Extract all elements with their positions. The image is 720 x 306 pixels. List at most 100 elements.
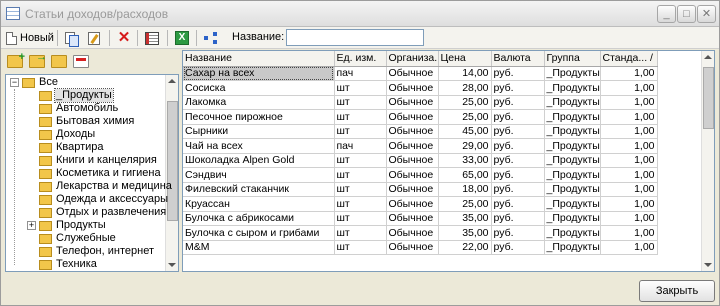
- tree-node[interactable]: Автомобиль: [39, 102, 119, 115]
- table-cell: шт: [334, 153, 387, 168]
- table-cell: 1,00: [600, 211, 658, 226]
- column-header[interactable]: Цена: [438, 51, 492, 67]
- table-cell: Песочное пирожное: [183, 109, 335, 125]
- delete-folder-icon[interactable]: [73, 54, 89, 68]
- tree-node[interactable]: Бытовая химия: [39, 115, 135, 128]
- tree-node-label: Отдых и развлечения: [56, 206, 167, 218]
- grid-scroll-thumb[interactable]: [703, 67, 714, 129]
- table-cell: 1,00: [600, 167, 658, 183]
- delete-icon: ✕: [117, 29, 131, 46]
- tree-node[interactable]: Книги и канцелярия: [39, 154, 158, 167]
- table-row[interactable]: Булочка с абрикосами шт Обычное 35,00 руб. _П…: [183, 211, 658, 226]
- tree-node-root[interactable]: Все: [22, 76, 59, 89]
- table-row[interactable]: Сахар на всех пач Обычное 14,00 руб. _Продукт…: [183, 66, 658, 81]
- tree-view-button[interactable]: [201, 29, 221, 47]
- tree-node[interactable]: Техника: [39, 258, 98, 271]
- table-cell: шт: [334, 196, 387, 212]
- table-cell: 1,00: [600, 240, 658, 255]
- table-row[interactable]: Сосиска шт Обычное 28,00 руб. _Продукты 1,00: [183, 80, 658, 96]
- table-cell: 25,00: [438, 95, 492, 110]
- table-cell: _Продукты: [544, 109, 601, 125]
- tree-node[interactable]: Телефон, интернет: [39, 245, 155, 258]
- tree-node-label: Бытовая химия: [56, 115, 135, 127]
- tree-node[interactable]: _Продукты: [39, 88, 114, 103]
- add-subfolder-icon[interactable]: →: [29, 51, 47, 68]
- tree-node[interactable]: Служебные: [39, 232, 117, 245]
- table-cell: Обычное: [386, 167, 439, 183]
- collapse-toggle[interactable]: −: [10, 78, 19, 87]
- table-row[interactable]: Сырники шт Обычное 45,00 руб. _Продукты 1,00: [183, 124, 658, 139]
- table-row[interactable]: M&M шт Обычное 22,00 руб. _Продукты 1,00: [183, 240, 658, 255]
- folder-icon: [39, 103, 52, 114]
- close-window-button[interactable]: ✕: [697, 5, 716, 23]
- column-header[interactable]: Ед. изм.: [334, 51, 387, 67]
- toolbar-separator: [57, 30, 58, 46]
- tree-node[interactable]: Лекарства и медицина: [39, 180, 173, 193]
- toolbar-separator: [167, 30, 168, 46]
- column-header[interactable]: Название: [183, 51, 335, 67]
- table-row[interactable]: Сэндвич шт Обычное 65,00 руб. _Продукты 1,00: [183, 167, 658, 183]
- scroll-up-icon[interactable]: [704, 55, 712, 59]
- table-cell: шт: [334, 109, 387, 125]
- tree-node-label: Продукты: [56, 219, 106, 231]
- table-row[interactable]: Чай на всех пач Обычное 29,00 руб. _Продукты 1…: [183, 138, 658, 154]
- tree-node[interactable]: Квартира: [39, 141, 105, 154]
- folder-icon: [39, 90, 52, 101]
- table-cell: шт: [334, 80, 387, 96]
- tree-node[interactable]: Косметика и гигиена: [39, 167, 162, 180]
- tree-node[interactable]: Одежда и аксессуары: [39, 193, 169, 206]
- folder-icon: [39, 259, 52, 270]
- folder-icon: [39, 168, 52, 179]
- table-cell: 1,00: [600, 95, 658, 110]
- table-row[interactable]: Шоколадка Alpen Gold шт Обычное 33,00 руб. _П…: [183, 153, 658, 168]
- table-cell: Сосиска: [183, 80, 335, 96]
- scroll-down-icon[interactable]: [704, 263, 712, 267]
- table-cell: шт: [334, 167, 387, 183]
- tree-node[interactable]: Продукты: [39, 219, 107, 232]
- folder-icon: [39, 207, 52, 218]
- table-row[interactable]: Песочное пирожное шт Обычное 25,00 руб. _Прод…: [183, 109, 658, 125]
- table-cell: шт: [334, 182, 387, 197]
- folder-icon: [22, 77, 35, 88]
- table-cell: _Продукты: [544, 211, 601, 226]
- table-row[interactable]: Булочка с сыром и грибами шт Обычное 35,00 р…: [183, 225, 658, 241]
- add-folder-icon[interactable]: +: [7, 51, 25, 68]
- table-icon: [6, 7, 20, 20]
- columns-button[interactable]: [142, 29, 162, 47]
- table-cell: руб.: [491, 225, 545, 241]
- table-cell: _Продукты: [544, 80, 601, 96]
- tree-node[interactable]: Доходы: [39, 128, 96, 141]
- edit-folder-icon[interactable]: [51, 54, 67, 68]
- table-cell: 35,00: [438, 225, 492, 241]
- column-header[interactable]: Организа...: [386, 51, 439, 67]
- column-header[interactable]: Группа: [544, 51, 601, 67]
- grid-scrollbar[interactable]: [701, 51, 714, 271]
- tree-scrollbar[interactable]: [165, 75, 178, 271]
- close-button[interactable]: Закрыть: [639, 280, 715, 302]
- table-row[interactable]: Лакомка шт Обычное 25,00 руб. _Продукты 1,00: [183, 95, 658, 110]
- scroll-up-icon[interactable]: [168, 79, 176, 83]
- copy-button[interactable]: [62, 29, 80, 47]
- folder-icon: [39, 246, 52, 257]
- window-title: Статьи доходов/расходов: [25, 7, 169, 21]
- maximize-button[interactable]: □: [677, 5, 696, 23]
- edit-button[interactable]: [85, 29, 103, 47]
- expand-toggle[interactable]: +: [27, 221, 36, 230]
- delete-button[interactable]: ✕: [114, 29, 134, 47]
- tree-node[interactable]: Отдых и развлечения: [39, 206, 167, 219]
- new-button[interactable]: Новый: [3, 29, 57, 47]
- scroll-down-icon[interactable]: [168, 263, 176, 267]
- column-header[interactable]: Валюта: [491, 51, 545, 67]
- folder-icon: [39, 233, 52, 244]
- column-header[interactable]: Станда... /: [600, 51, 658, 67]
- table-cell: шт: [334, 124, 387, 139]
- minimize-button[interactable]: _: [657, 5, 676, 23]
- name-filter-input[interactable]: [286, 29, 424, 46]
- new-document-icon: [6, 31, 17, 45]
- excel-export-button[interactable]: X: [172, 29, 192, 47]
- table-row[interactable]: Круассан шт Обычное 25,00 руб. _Продукты 1,00: [183, 196, 658, 212]
- table-row[interactable]: Филевский стаканчик шт Обычное 18,00 руб. _Пр…: [183, 182, 658, 197]
- footer: Закрыть: [1, 274, 719, 305]
- table-cell: 1,00: [600, 124, 658, 139]
- table-cell: Филевский стаканчик: [183, 182, 335, 197]
